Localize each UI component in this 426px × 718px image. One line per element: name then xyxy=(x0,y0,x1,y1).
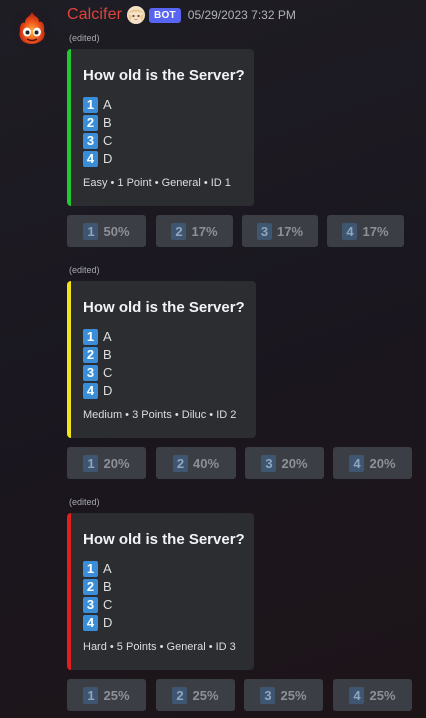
edited-label: (edited) xyxy=(69,497,100,507)
message-header: Calcifer BOT 05/29/2023 7:32 PM xyxy=(67,4,296,26)
vote-button-1[interactable]: 1 20% xyxy=(67,447,146,479)
anime-avatar-decoration-icon xyxy=(127,6,146,24)
embed-accent-bar xyxy=(67,513,71,670)
vote-button-1[interactable]: 1 25% xyxy=(67,679,146,711)
vote-key: 2 xyxy=(171,222,187,240)
option-label: C xyxy=(103,365,113,380)
vote-percent: 17% xyxy=(362,223,389,239)
vote-percent: 17% xyxy=(276,223,304,239)
vote-key: 2 xyxy=(172,686,188,704)
option-label: B xyxy=(103,579,112,594)
option-3: 3 C xyxy=(83,132,112,149)
quiz-embed: How old is the Server? 1 A 2 B 3 C 4 D E… xyxy=(67,49,254,206)
option-key: 2 xyxy=(83,114,98,131)
option-key: 4 xyxy=(83,150,98,167)
edited-label: (edited) xyxy=(69,265,100,275)
vote-percent: 25% xyxy=(103,687,130,703)
option-label: C xyxy=(103,597,113,612)
option-key: 4 xyxy=(83,382,98,399)
quiz-embed: How old is the Server? 1 A 2 B 3 C 4 D H… xyxy=(67,513,254,670)
vote-button-3[interactable]: 3 25% xyxy=(244,679,323,711)
option-label: C xyxy=(103,133,113,148)
option-label: D xyxy=(103,151,113,166)
vote-percent: 25% xyxy=(369,687,396,703)
option-1: 1 A xyxy=(83,560,112,577)
vote-button-2[interactable]: 2 40% xyxy=(156,447,236,479)
bot-badge: BOT xyxy=(149,7,181,23)
embed-accent-bar xyxy=(67,281,71,438)
vote-percent: 20% xyxy=(281,455,308,471)
vote-key: 1 xyxy=(83,454,99,472)
option-4: 4 D xyxy=(83,614,112,631)
vote-percent: 25% xyxy=(192,687,219,703)
vote-button-4[interactable]: 4 25% xyxy=(333,679,412,711)
edited-label: (edited) xyxy=(69,33,100,43)
option-key: 1 xyxy=(83,560,98,577)
option-4: 4 D xyxy=(83,150,112,167)
vote-percent: 25% xyxy=(280,687,307,703)
vote-button-3[interactable]: 3 17% xyxy=(242,215,318,247)
option-3: 3 C xyxy=(83,364,112,381)
embed-footer: Hard • 5 Points • General • ID 3 xyxy=(83,641,236,653)
option-1: 1 A xyxy=(83,328,112,345)
option-label: B xyxy=(103,347,112,362)
timestamp: 05/29/2023 7:32 PM xyxy=(187,8,296,22)
option-4: 4 D xyxy=(83,382,112,399)
quiz-embed: How old is the Server? 1 A 2 B 3 C 4 D M… xyxy=(67,281,256,438)
vote-key: 2 xyxy=(172,454,188,472)
vote-key: 3 xyxy=(260,686,276,704)
embed-footer: Easy • 1 Point • General • ID 1 xyxy=(83,177,231,189)
option-key: 3 xyxy=(83,364,98,381)
option-3: 3 C xyxy=(83,596,112,613)
vote-button-1[interactable]: 1 50% xyxy=(67,215,146,247)
option-1: 1 A xyxy=(83,96,112,113)
option-label: B xyxy=(103,115,112,130)
vote-button-4[interactable]: 4 20% xyxy=(333,447,412,479)
vote-button-2[interactable]: 2 17% xyxy=(156,215,233,247)
vote-key: 1 xyxy=(83,686,99,704)
username[interactable]: Calcifer xyxy=(67,6,122,24)
embed-title: How old is the Server? xyxy=(83,531,245,548)
option-label: D xyxy=(103,383,113,398)
avatar[interactable] xyxy=(12,8,52,48)
option-label: A xyxy=(103,97,112,112)
embed-title: How old is the Server? xyxy=(83,299,245,316)
vote-percent: 17% xyxy=(191,223,218,239)
option-key: 1 xyxy=(83,96,98,113)
embed-footer: Medium • 3 Points • Diluc • ID 2 xyxy=(83,409,237,421)
vote-key: 3 xyxy=(261,454,277,472)
option-key: 2 xyxy=(83,578,98,595)
option-2: 2 B xyxy=(83,578,112,595)
vote-key: 4 xyxy=(342,222,358,240)
vote-key: 4 xyxy=(349,454,365,472)
option-label: A xyxy=(103,561,112,576)
vote-percent: 40% xyxy=(192,455,220,471)
calcifer-fire-icon xyxy=(12,8,52,48)
vote-button-4[interactable]: 4 17% xyxy=(327,215,404,247)
vote-key: 3 xyxy=(256,222,272,240)
option-key: 4 xyxy=(83,614,98,631)
vote-key: 1 xyxy=(83,222,99,240)
option-2: 2 B xyxy=(83,346,112,363)
vote-button-3[interactable]: 3 20% xyxy=(245,447,324,479)
embed-title: How old is the Server? xyxy=(83,67,245,84)
option-key: 3 xyxy=(83,132,98,149)
embed-accent-bar xyxy=(67,49,71,206)
vote-percent: 50% xyxy=(103,223,130,239)
vote-key: 4 xyxy=(349,686,365,704)
vote-percent: 20% xyxy=(103,455,130,471)
option-key: 2 xyxy=(83,346,98,363)
option-2: 2 B xyxy=(83,114,112,131)
option-key: 1 xyxy=(83,328,98,345)
vote-percent: 20% xyxy=(369,455,396,471)
option-label: A xyxy=(103,329,112,344)
option-label: D xyxy=(103,615,113,630)
vote-button-2[interactable]: 2 25% xyxy=(156,679,235,711)
option-key: 3 xyxy=(83,596,98,613)
